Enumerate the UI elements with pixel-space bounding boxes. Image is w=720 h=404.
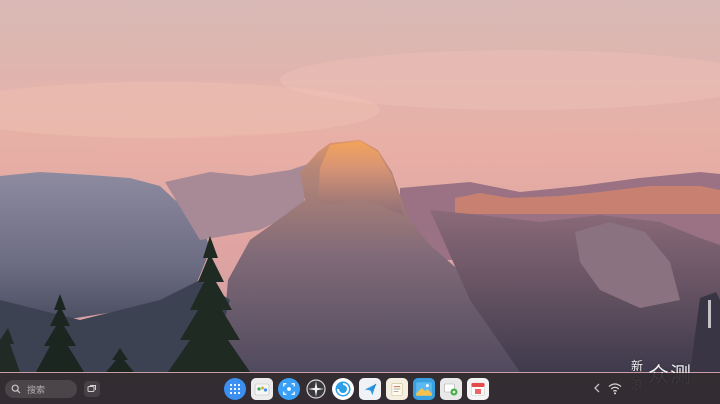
system-tray	[580, 373, 720, 404]
app-store-icon	[335, 381, 351, 397]
dock-app-text-editor[interactable]	[386, 378, 408, 400]
wifi-icon[interactable]	[608, 382, 622, 395]
launcher-icon	[229, 383, 241, 395]
taskbar: 搜索	[0, 373, 720, 404]
theme-settings-icon	[444, 383, 458, 396]
dock-app-mail[interactable]	[359, 378, 381, 400]
file-manager-icon	[254, 383, 270, 396]
text-editor-icon	[391, 382, 402, 396]
watermark-char-1: 新	[630, 359, 643, 373]
browser-compass-icon	[306, 379, 326, 399]
dock-app-image-viewer[interactable]	[413, 378, 435, 400]
dock-app-settings[interactable]	[440, 378, 462, 400]
calendar-icon	[471, 382, 485, 396]
dock-app-browser[interactable]	[305, 378, 327, 400]
dock-app-launcher[interactable]	[224, 378, 246, 400]
multitask-view-icon	[87, 385, 96, 392]
search-box[interactable]: 搜索	[5, 380, 77, 398]
dock-app-store[interactable]	[332, 378, 354, 400]
search-label: 搜索	[27, 385, 46, 396]
image-viewer-icon	[416, 382, 432, 396]
dock-app-file-manager[interactable]	[251, 378, 273, 400]
dock-app-calendar[interactable]	[467, 378, 489, 400]
dock-app-screenshot[interactable]	[278, 378, 300, 400]
search-icon	[11, 384, 21, 394]
chevron-left-icon[interactable]	[592, 382, 602, 394]
mail-icon	[364, 383, 376, 395]
screenshot-icon	[283, 383, 295, 395]
desktop-wallpaper	[0, 0, 720, 404]
dock	[224, 377, 494, 401]
multitask-view-button[interactable]	[84, 381, 100, 397]
